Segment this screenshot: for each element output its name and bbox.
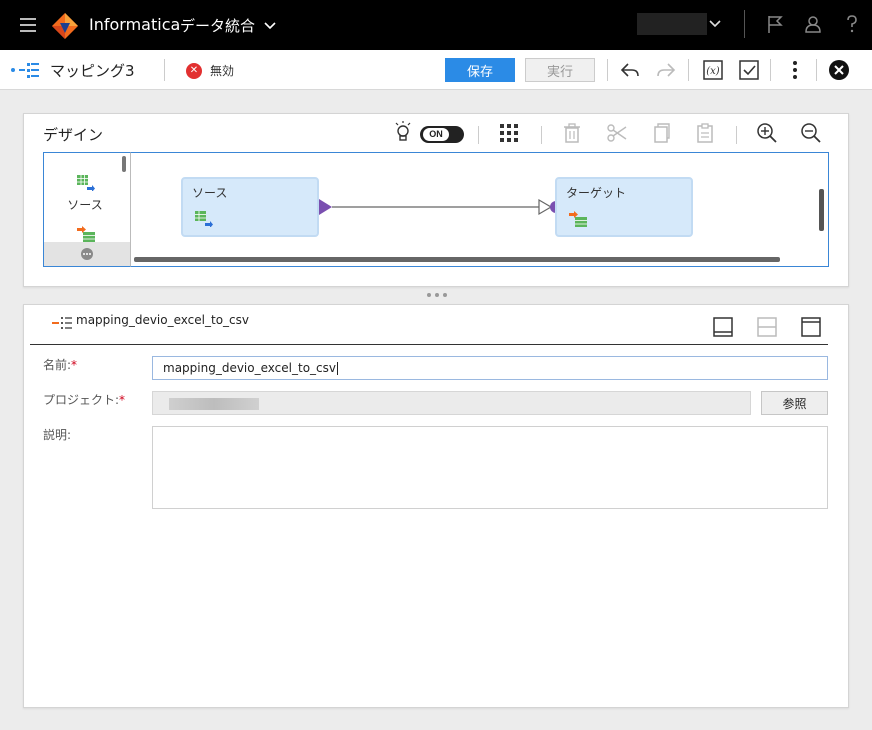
divider xyxy=(30,344,828,345)
divider xyxy=(688,59,689,81)
link-connector[interactable] xyxy=(319,197,563,217)
org-selector[interactable] xyxy=(637,13,707,35)
transformation-palette: ソース xyxy=(43,152,131,267)
description-textarea[interactable] xyxy=(152,426,828,509)
design-panel: デザイン ON ソース ソース ターゲット xyxy=(23,113,849,287)
copy-icon[interactable] xyxy=(650,122,672,144)
required-marker: * xyxy=(119,393,126,407)
informatica-logo-icon xyxy=(52,13,78,39)
name-field-label: 名前:* xyxy=(43,358,78,372)
close-icon[interactable] xyxy=(828,59,850,81)
zoom-in-icon[interactable] xyxy=(756,122,778,144)
lightbulb-icon[interactable] xyxy=(392,120,414,142)
divider xyxy=(744,10,745,38)
chevron-down-icon xyxy=(264,22,276,30)
layout-split-icon[interactable] xyxy=(756,316,778,338)
user-icon[interactable] xyxy=(803,14,823,34)
lightbulb-toggle[interactable]: ON xyxy=(420,126,464,143)
invalid-status-icon: ✕ xyxy=(186,63,202,79)
source-node-label: ソース xyxy=(192,186,228,200)
validate-icon[interactable] xyxy=(738,59,760,81)
divider xyxy=(478,126,479,144)
project-input[interactable] xyxy=(152,391,751,415)
browse-button[interactable]: 参照 xyxy=(761,391,828,415)
hamburger-icon[interactable] xyxy=(20,18,36,32)
target-transform-icon xyxy=(569,211,587,227)
svg-text:(x): (x) xyxy=(706,66,720,77)
undo-icon[interactable] xyxy=(619,59,641,81)
divider xyxy=(736,126,737,144)
trash-icon[interactable] xyxy=(561,122,583,144)
chevron-down-icon[interactable] xyxy=(709,16,721,30)
status-text: 無効 xyxy=(210,64,235,78)
text-cursor xyxy=(337,362,338,375)
mapping-icon xyxy=(11,63,39,78)
run-button[interactable]: 実行 xyxy=(525,58,595,82)
mapping-name: マッピング3 xyxy=(50,62,135,80)
target-transform-icon[interactable] xyxy=(77,226,95,242)
target-node[interactable]: ターゲット xyxy=(555,177,693,237)
layout-maximize-icon[interactable] xyxy=(800,316,822,338)
divider xyxy=(541,126,542,144)
more-vertical-icon[interactable] xyxy=(784,59,806,81)
palette-source-label[interactable]: ソース xyxy=(44,196,126,213)
palette-scrollbar[interactable] xyxy=(122,156,126,172)
palette-more-button[interactable] xyxy=(44,242,130,266)
canvas-vertical-scrollbar[interactable] xyxy=(819,189,824,231)
target-node-label: ターゲット xyxy=(566,186,627,200)
canvas-horizontal-scrollbar[interactable] xyxy=(134,257,780,262)
properties-panel: mapping_devio_excel_to_csv 名前:* mapping_… xyxy=(23,304,849,708)
top-navigation-bar: Informatica データ統合 xyxy=(0,0,872,50)
design-title: デザイン xyxy=(43,126,104,144)
divider xyxy=(164,59,165,81)
divider xyxy=(607,59,608,81)
source-transform-icon[interactable] xyxy=(77,175,95,191)
panel-splitter-handle[interactable] xyxy=(425,291,449,299)
mapping-icon xyxy=(52,317,72,329)
layout-bottom-panel-icon[interactable] xyxy=(712,316,734,338)
product-name: データ統合 xyxy=(180,17,256,35)
zoom-out-icon[interactable] xyxy=(800,122,822,144)
source-node[interactable]: ソース xyxy=(181,177,319,237)
source-transform-icon xyxy=(195,211,213,227)
scissors-icon[interactable] xyxy=(606,122,628,144)
product-switcher[interactable]: データ統合 xyxy=(180,15,276,36)
expression-icon[interactable]: (x) xyxy=(702,59,724,81)
paste-icon[interactable] xyxy=(694,122,716,144)
name-input-value: mapping_devio_excel_to_csv xyxy=(163,361,336,375)
project-field-label: プロジェクト:* xyxy=(43,393,126,407)
redo-icon[interactable] xyxy=(655,59,677,81)
grid-icon[interactable] xyxy=(498,122,520,144)
flag-icon[interactable] xyxy=(765,14,785,34)
name-input[interactable]: mapping_devio_excel_to_csv xyxy=(152,356,828,380)
save-button[interactable]: 保存 xyxy=(445,58,515,82)
divider xyxy=(816,59,817,81)
mapping-canvas[interactable]: ソース ターゲット xyxy=(131,152,829,267)
properties-title: mapping_devio_excel_to_csv xyxy=(76,313,249,327)
description-field-label: 説明: xyxy=(43,428,72,442)
help-icon[interactable] xyxy=(842,14,862,34)
mapping-toolbar: マッピング3 ✕ 無効 保存 実行 (x) xyxy=(0,50,872,90)
required-marker: * xyxy=(71,358,78,372)
brand-name: Informatica xyxy=(89,15,181,34)
toggle-label: ON xyxy=(423,128,449,141)
divider xyxy=(770,59,771,81)
redacted-project-name xyxy=(169,398,259,410)
more-horizontal-icon xyxy=(81,248,93,260)
